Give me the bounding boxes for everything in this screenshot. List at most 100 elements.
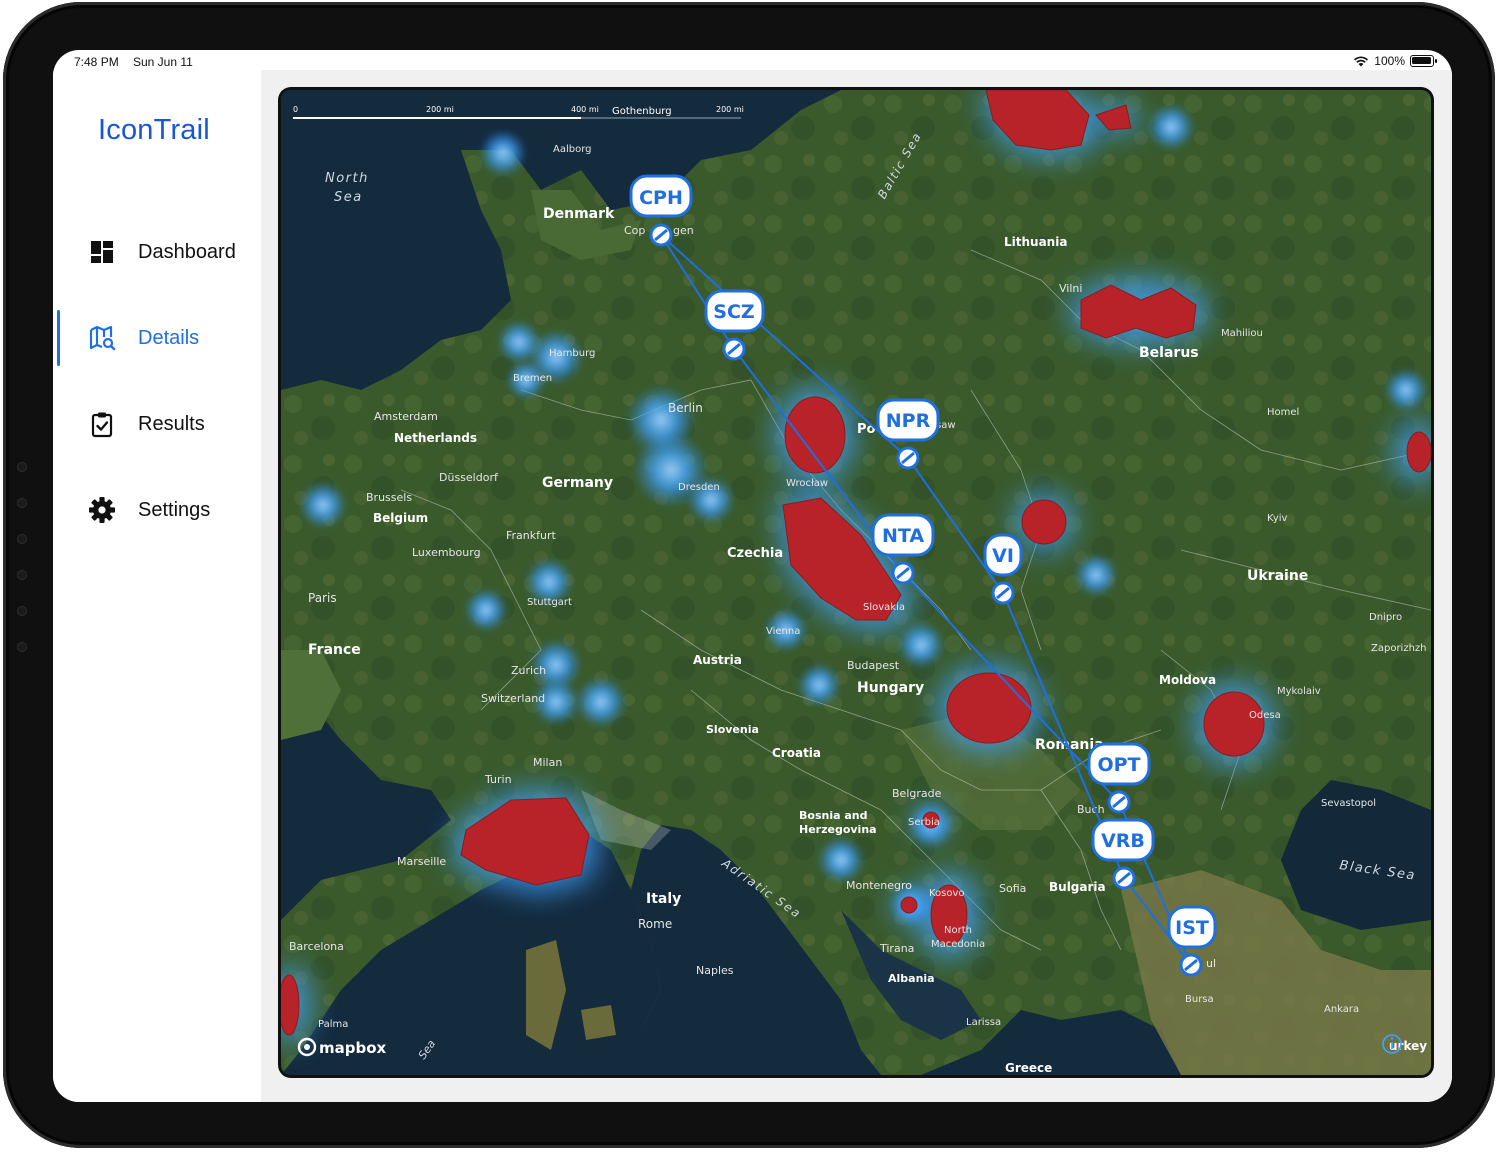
map-label-montenegro: Montenegro	[846, 879, 912, 892]
map-label-wroclaw: Wrocław	[786, 478, 828, 489]
map-label-stuttgart: Stuttgart	[527, 597, 572, 608]
map-label-france: France	[308, 642, 361, 658]
map-label-ankara: Ankara	[1324, 1004, 1359, 1015]
map-label-hamburg: Hamburg	[549, 348, 595, 359]
map-label-bulgaria: Bulgaria	[1049, 880, 1106, 894]
map-label-slovakia: Slovakia	[863, 602, 905, 613]
map-label-naples: Naples	[696, 964, 734, 977]
map-label-sofia: Sofia	[999, 882, 1026, 895]
map-label-bucharest: Buch	[1077, 803, 1105, 816]
map-view[interactable]: North Sea Baltic Sea Denmark Cop gen Aal…	[281, 90, 1431, 1075]
app-title: IconTrail	[98, 114, 210, 146]
map-label-belgium: Belgium	[373, 511, 428, 525]
marker-label: NTA	[882, 525, 924, 547]
map-label-luxembourg: Luxembourg	[412, 546, 481, 559]
scale-label-200b: 200 mi	[716, 105, 744, 114]
map-label-copenhagen-2: gen	[673, 224, 694, 237]
map-label-kyiv: Kyiv	[1267, 513, 1288, 524]
map-label-slovenia: Slovenia	[706, 723, 759, 736]
wifi-icon	[1354, 56, 1369, 67]
map-label-copenhagen: Cop	[624, 224, 645, 237]
map-label-turin: Turin	[484, 773, 512, 786]
device-side-buttons	[17, 462, 29, 662]
map-label-larissa: Larissa	[966, 1017, 1001, 1028]
battery-percent: 100%	[1374, 54, 1405, 68]
map-label-belgrade: Belgrade	[892, 787, 942, 800]
map-label-turkey: urkey	[1389, 1039, 1427, 1053]
map-label-germany: Germany	[542, 475, 613, 491]
sidebar-item-label: Results	[138, 412, 205, 435]
map-label-milan: Milan	[533, 756, 562, 769]
marker-label: SCZ	[713, 301, 754, 323]
status-date: Sun Jun 11	[133, 55, 193, 69]
scale-label-400: 400 mi	[571, 105, 599, 114]
marker-label: CPH	[639, 187, 683, 209]
map-label-north-macedonia-2: Macedonia	[931, 939, 985, 950]
marker-label: NPR	[886, 410, 931, 432]
map-label-belarus: Belarus	[1139, 345, 1199, 361]
map-label-lithuania: Lithuania	[1004, 235, 1067, 249]
status-time: 7:48 PM	[74, 55, 119, 69]
map-label-budapest: Budapest	[847, 659, 900, 672]
dashboard-grid-icon	[91, 241, 113, 263]
map-label-serbia: Serbia	[908, 817, 940, 828]
map-label-croatia: Croatia	[772, 746, 821, 760]
map-label-tirana: Tirana	[879, 942, 914, 955]
map-label-dnipro: Dnipro	[1369, 612, 1402, 623]
map-label-north-sea: North	[325, 171, 369, 186]
map-label-paris: Paris	[308, 591, 337, 605]
map-label-herzegovina: Herzegovina	[799, 823, 877, 836]
map-label-moldova: Moldova	[1159, 673, 1216, 687]
sidebar-item-details[interactable]: Details	[53, 310, 261, 366]
battery-icon	[1410, 55, 1437, 67]
map-search-icon	[89, 325, 116, 351]
screen: 7:48 PM Sun Jun 11 100% IconTrail Dashbo…	[53, 50, 1452, 1102]
map-label-switzerland: Switzerland	[481, 692, 545, 705]
map-label-vienna: Vienna	[766, 626, 800, 637]
map-label-marseille: Marseille	[397, 855, 446, 868]
map-label-zaporizhzh: Zaporizhzh	[1371, 643, 1427, 654]
map-canvas[interactable]: North Sea Baltic Sea Denmark Cop gen Aal…	[281, 90, 1431, 1075]
map-label-czechia: Czechia	[727, 546, 783, 561]
map-label-palma: Palma	[318, 1019, 348, 1030]
map-label-austria: Austria	[693, 653, 742, 667]
map-label-aalborg: Aalborg	[553, 144, 592, 155]
marker-label: OPT	[1097, 754, 1140, 776]
sidebar-item-dashboard[interactable]: Dashboard	[53, 224, 261, 280]
sidebar-item-results[interactable]: Results	[53, 396, 261, 452]
map-label-bosnia: Bosnia and	[799, 809, 867, 822]
scale-label-200: 200 mi	[426, 105, 454, 114]
mapbox-wordmark: mapbox	[319, 1039, 387, 1057]
map-label-berlin: Berlin	[668, 401, 703, 415]
map-label-poland: Po	[857, 422, 876, 437]
sidebar-item-label: Settings	[138, 498, 211, 521]
map-label-rome: Rome	[638, 917, 672, 931]
map-label-bremen: Bremen	[513, 373, 552, 384]
map-label-albania: Albania	[888, 972, 935, 985]
map-label-denmark: Denmark	[543, 206, 615, 222]
map-label-greece: Greece	[1005, 1061, 1052, 1075]
marker-label: VI	[992, 545, 1014, 567]
map-label-netherlands: Netherlands	[394, 431, 477, 445]
map-label-kosovo: Kosovo	[929, 888, 965, 899]
map-label-homel: Homel	[1267, 407, 1299, 418]
map-label-istanbul: ul	[1206, 957, 1216, 970]
map-label-mahiliou: Mahiliou	[1221, 328, 1263, 339]
map-label-dusseldorf: Düsseldorf	[439, 471, 499, 484]
map-label-north-macedonia: North	[944, 925, 972, 936]
map-label-mykolaiv: Mykolaiv	[1277, 686, 1321, 697]
map-label-bursa: Bursa	[1185, 994, 1214, 1005]
map-label-barcelona: Barcelona	[289, 940, 344, 953]
clipboard-check-icon	[91, 412, 113, 438]
map-label-hungary: Hungary	[857, 680, 924, 696]
tablet-frame: 7:48 PM Sun Jun 11 100% IconTrail Dashbo…	[3, 2, 1495, 1148]
map-label-sevastopol: Sevastopol	[1321, 798, 1376, 809]
main-content: North Sea Baltic Sea Denmark Cop gen Aal…	[261, 70, 1452, 1102]
map-label-ukraine: Ukraine	[1247, 568, 1308, 584]
map-label-odesa: Odesa	[1249, 710, 1281, 721]
map-label-brussels: Brussels	[366, 491, 412, 504]
map-label-gothenburg: Gothenburg	[612, 106, 672, 117]
sidebar-item-settings[interactable]: Settings	[53, 482, 261, 538]
map-label-zurich: Zurich	[511, 664, 546, 677]
scale-label-0: 0	[293, 105, 298, 114]
